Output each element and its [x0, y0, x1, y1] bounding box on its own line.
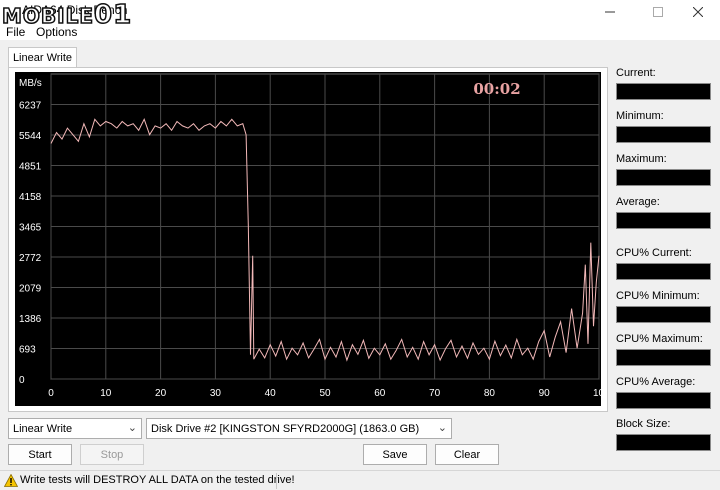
- x-tick-label: 80: [484, 388, 496, 399]
- y-tick-label: 5544: [19, 131, 42, 142]
- cpu-minimum-value: [616, 306, 711, 323]
- test-type-select[interactable]: Linear Write ⌄: [8, 418, 142, 439]
- cpu-average-value: [616, 392, 711, 409]
- chart-panel: 0 693 1386 2079 2772 3465 4158 4851 5544 6237 0 10 2…: [8, 67, 608, 412]
- menu-file[interactable]: File: [6, 25, 25, 39]
- maximum-label: Maximum:: [616, 153, 667, 165]
- maximize-icon[interactable]: [636, 2, 680, 22]
- y-tick-label: 0: [19, 375, 25, 386]
- status-warning: Write tests will DESTROY ALL DATA on the…: [20, 474, 295, 486]
- save-button[interactable]: Save: [363, 444, 427, 465]
- benchmark-chart: 0 693 1386 2079 2772 3465 4158 4851 5544 6237 0 10 2…: [15, 72, 601, 406]
- x-tick-label: 50: [319, 388, 331, 399]
- drive-select[interactable]: Disk Drive #2 [KINGSTON SFYRD2000G] (186…: [146, 418, 452, 439]
- y-tick-label: 3465: [19, 223, 42, 234]
- close-icon[interactable]: [676, 2, 720, 22]
- y-tick-label: 6237: [19, 101, 42, 112]
- minimum-value: [616, 126, 711, 143]
- x-tick-label: 40: [265, 388, 277, 399]
- menu-bar: File Options: [0, 24, 720, 40]
- menu-options[interactable]: Options: [36, 25, 77, 39]
- maximum-value: [616, 169, 711, 186]
- x-tick-label: 20: [155, 388, 167, 399]
- x-tick-label: 90: [539, 388, 551, 399]
- current-value: [616, 83, 711, 100]
- chevron-down-icon: ⌄: [127, 422, 137, 434]
- average-label: Average:: [616, 196, 660, 208]
- minimum-label: Minimum:: [616, 110, 664, 122]
- start-button[interactable]: Start: [8, 444, 72, 465]
- x-tick-label: 0: [48, 388, 54, 399]
- y-axis-label: MB/s: [19, 78, 42, 89]
- x-tick-label: 30: [210, 388, 222, 399]
- y-tick-label: 1386: [19, 314, 42, 325]
- minimize-icon[interactable]: [588, 2, 632, 22]
- chevron-down-icon: ⌄: [437, 422, 447, 434]
- average-value: [616, 212, 711, 229]
- title-bar: AIDA64 Disk Bench MOBILE01: [0, 0, 720, 31]
- cpu-maximum-label: CPU% Maximum:: [616, 333, 703, 345]
- status-bar: Write tests will DESTROY ALL DATA on the…: [0, 470, 720, 490]
- cpu-minimum-label: CPU% Minimum:: [616, 290, 700, 302]
- block-size-label: Block Size:: [616, 418, 671, 430]
- y-tick-label: 2079: [19, 284, 42, 295]
- cpu-average-label: CPU% Average:: [616, 376, 696, 388]
- y-tick-label: 4158: [19, 192, 42, 203]
- y-tick-label: 4851: [19, 162, 42, 173]
- x-tick-label: 10: [100, 388, 112, 399]
- stop-button[interactable]: Stop: [80, 444, 144, 465]
- cpu-maximum-value: [616, 349, 711, 366]
- x-tick-label: 70: [429, 388, 441, 399]
- warning-icon: [4, 474, 18, 487]
- cpu-current-value: [616, 263, 711, 280]
- status-divider: [276, 473, 277, 489]
- x-tick-label: 100 %: [593, 388, 601, 399]
- clear-button[interactable]: Clear: [435, 444, 499, 465]
- y-tick-label: 2772: [19, 253, 42, 264]
- timer-readout: 00:02: [473, 80, 520, 98]
- y-tick-label: 693: [19, 345, 36, 356]
- x-tick-label: 60: [374, 388, 386, 399]
- cpu-current-label: CPU% Current:: [616, 247, 692, 259]
- current-label: Current:: [616, 67, 656, 79]
- tab-linear-write[interactable]: Linear Write: [8, 47, 77, 68]
- block-size-value: [616, 434, 711, 451]
